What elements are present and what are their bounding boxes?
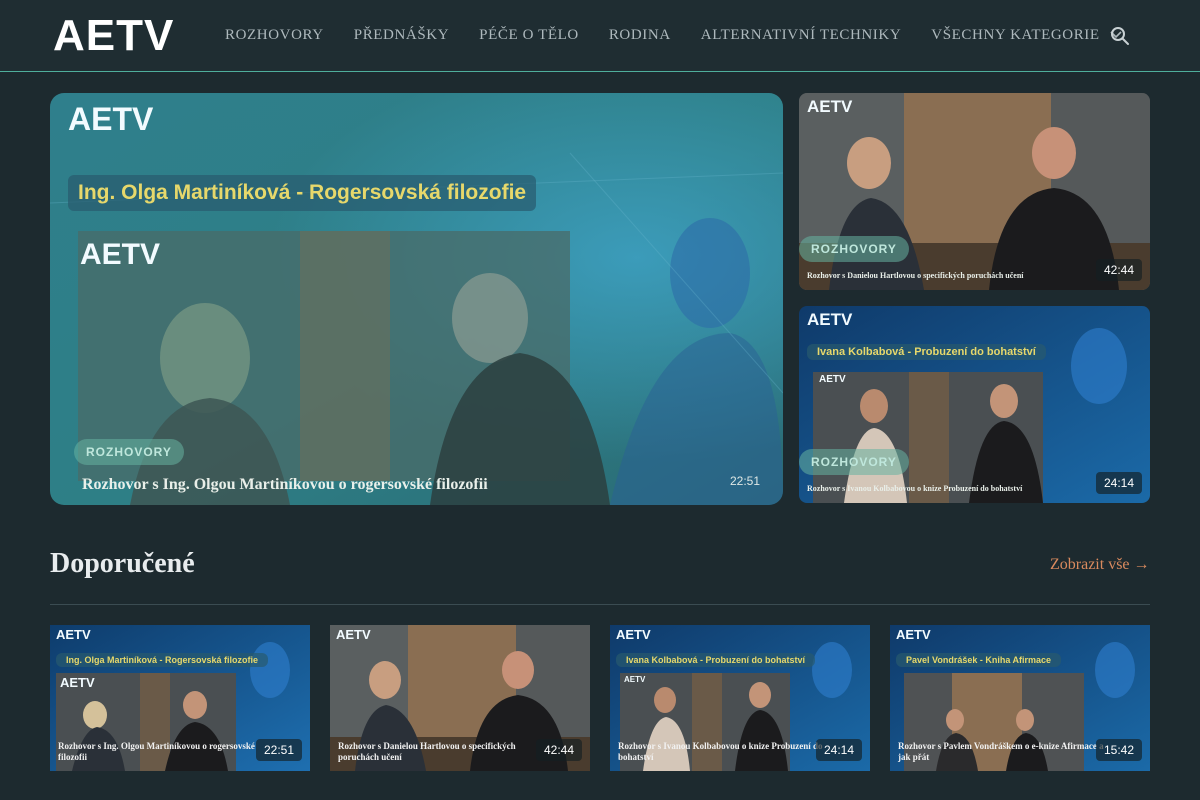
hero-side-1-duration: 42:44 [1096, 259, 1143, 281]
video-card-3-title[interactable]: Rozhovor s Ivanou Kolbabovou o knize Pro… [618, 741, 828, 763]
main-nav: ROZHOVORY PŘEDNÁŠKY PÉČE O TĚLO RODINA A… [225, 26, 1152, 44]
video-card-4-title[interactable]: Rozhovor s Pavlem Vondráškem o e-knize A… [898, 741, 1108, 763]
nav-item-prednasky[interactable]: PŘEDNÁŠKY [354, 26, 449, 44]
video-card-3-thumb-logo: AETV [616, 627, 651, 642]
nav-item-pece-o-telo[interactable]: PÉČE O TĚLO [479, 26, 579, 44]
hero-main-thumb-banner: Ing. Olga Martiníková - Rogersovská filo… [68, 175, 537, 211]
hero-side-2-thumb-banner: Ivana Kolbabová - Probuzení do bohatství [807, 344, 1046, 360]
search-icon[interactable] [1110, 26, 1130, 46]
video-card-3-duration: 24:14 [816, 739, 863, 761]
video-card-4-thumb-banner: Pavel Vondrášek - Kniha Afirmace [896, 653, 1062, 667]
nav-item-vsechny-kategorie[interactable]: VŠECHNY KATEGORIE [931, 26, 1122, 44]
hero-main-thumb-logo: AETV [68, 101, 154, 137]
video-card-3-thumb-logo-2: AETV [624, 675, 646, 684]
hero-side-2-title[interactable]: Rozhovor s Ivanou Kolbabovou o knize Pro… [807, 484, 1022, 493]
hero-side-2-category-badge[interactable]: ROZHOVORY [799, 449, 909, 475]
nav-item-alternativni-techniky[interactable]: ALTERNATIVNÍ TECHNIKY [701, 26, 902, 44]
video-card[interactable]: AETV Rozhovor s Danielou Hartlovou o spe… [330, 625, 590, 771]
video-card-1-title[interactable]: Rozhovor s Ing. Olgou Martiníkovou o rog… [58, 741, 268, 763]
hero-side-2-duration: 24:14 [1096, 472, 1143, 494]
video-card-3-thumb-banner: Ivana Kolbabová - Probuzení do bohatství [616, 653, 816, 667]
hero-main-thumb-logo-2: AETV [80, 238, 161, 271]
video-card-1-duration: 22:51 [256, 739, 303, 761]
site-header: AETV ROZHOVORY PŘEDNÁŠKY PÉČE O TĚLO ROD… [0, 0, 1200, 72]
video-card-2-thumb-logo: AETV [336, 627, 371, 642]
site-logo[interactable]: AETV [53, 12, 174, 60]
hero-side-1-title[interactable]: Rozhovor s Danielou Hartlovou o specific… [807, 271, 1024, 280]
video-card-2-duration: 42:44 [536, 739, 583, 761]
nav-item-rodina[interactable]: RODINA [609, 26, 671, 44]
nav-item-rozhovory[interactable]: ROZHOVORY [225, 26, 324, 44]
hero-side-1-thumb-logo: AETV [807, 97, 853, 116]
video-card-1-thumb-logo-2: AETV [60, 675, 95, 690]
show-all-link[interactable]: Zobrazit vše → [1050, 556, 1150, 574]
hero-side-card[interactable]: AETV Ivana Kolbabová - Probuzení do boha… [799, 306, 1150, 503]
video-card-1-thumb-banner: Ing. Olga Martiníková - Rogersovská filo… [56, 653, 269, 667]
video-card-2-title[interactable]: Rozhovor s Danielou Hartlovou o specific… [338, 741, 548, 763]
video-card-4-thumb-logo: AETV [896, 627, 931, 642]
hero-side-1-category-badge[interactable]: ROZHOVORY [799, 236, 909, 262]
hero-main-card[interactable]: AETV Ing. Olga Martiníková - Rogersovská… [50, 93, 783, 505]
hero-side-2-thumb-logo: AETV [807, 310, 853, 329]
hero-main-title[interactable]: Rozhovor s Ing. Olgou Martiníkovou o rog… [82, 476, 488, 494]
section-title-recommended: Doporučené [50, 548, 195, 579]
video-card[interactable]: AETV Ing. Olga Martiníková - Rogersovská… [50, 625, 310, 771]
hero-side-2-thumb-logo-2: AETV [819, 374, 846, 385]
video-card[interactable]: AETV Pavel Vondrášek - Kniha Afirmace Ro… [890, 625, 1150, 771]
video-card-4-duration: 15:42 [1096, 739, 1143, 761]
section-divider [50, 604, 1150, 605]
hero-side-card[interactable]: AETV ROZHOVORY Rozhovor s Danielou Hartl… [799, 93, 1150, 290]
hero-main-duration: 22:51 [730, 474, 761, 488]
hero-main-category-badge[interactable]: ROZHOVORY [74, 439, 184, 465]
video-card-1-thumb-logo: AETV [56, 627, 91, 642]
nav-item-vsechny-kategorie-label: VŠECHNY KATEGORIE [931, 27, 1100, 43]
video-card[interactable]: AETV Ivana Kolbabová - Probuzení do boha… [610, 625, 870, 771]
